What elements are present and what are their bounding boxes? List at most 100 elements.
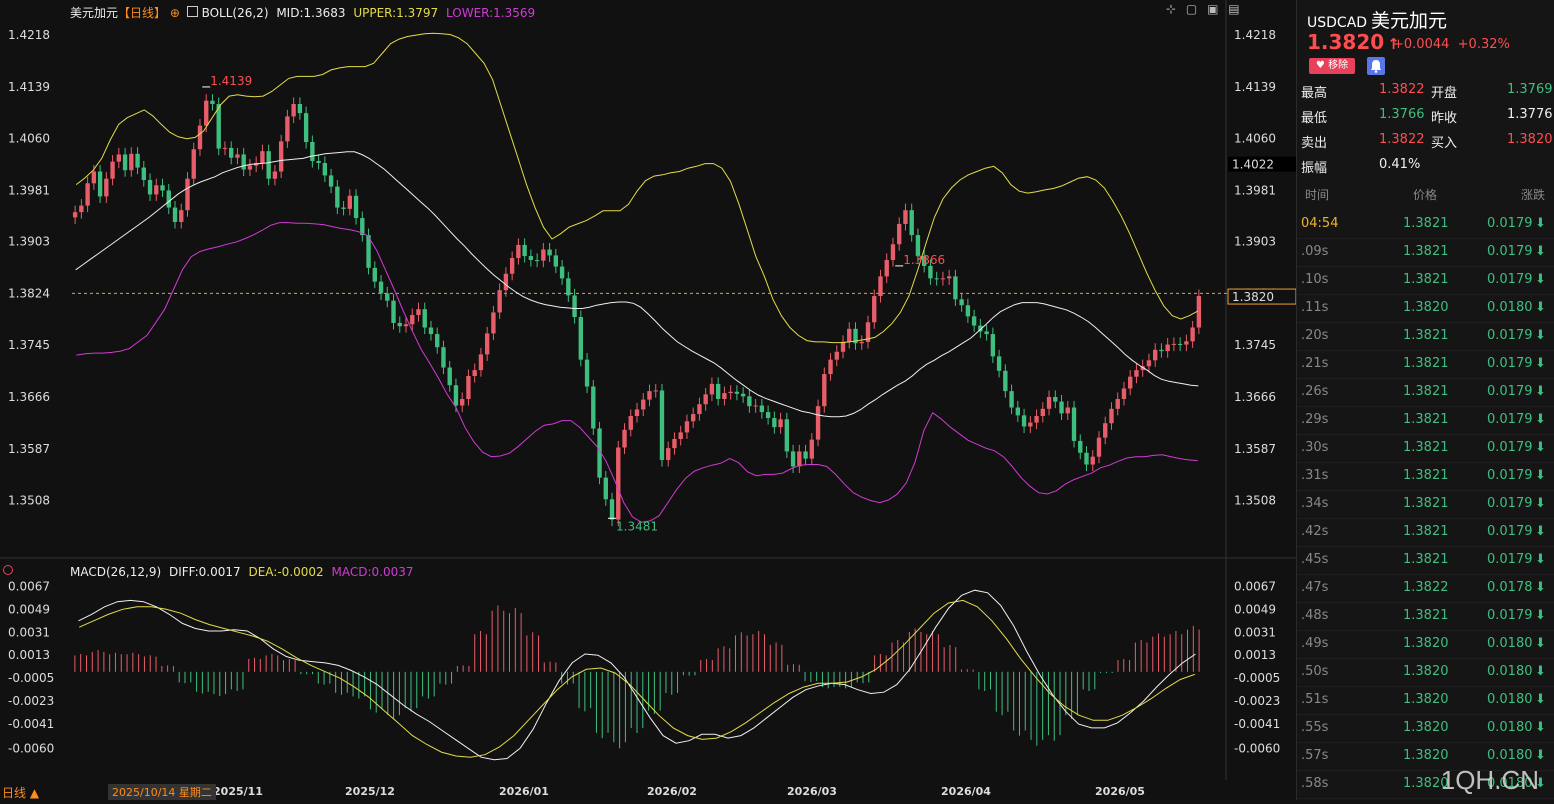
boll-label: BOLL(26,2) [201,6,269,20]
price-tick-label-left: 1.4060 [8,132,50,146]
tick-price: 1.3821 [1403,412,1449,427]
down-arrow-icon: ⬇ [1535,272,1546,287]
settings-grid-icon[interactable]: ▤ [1228,2,1239,16]
macd-tick-label-left: -0.0060 [8,741,54,755]
candle-body [809,439,814,459]
down-arrow-icon: ⬇ [1535,300,1546,315]
tick-time: .42s [1301,524,1329,539]
candle-body [622,429,627,448]
candle-body [778,419,783,428]
watermark: 1QH.CN [1440,765,1539,795]
candle-body [753,405,758,407]
quote-label: 开盘 [1431,86,1458,101]
chart-svg: 1.4218 1.4218 1.4139 1.4139 1.4060 1.4060 1.39… [0,0,1297,798]
tick-price: 1.3821 [1403,384,1449,399]
candle-body [897,223,902,245]
candle-body [385,293,390,301]
tick-price: 1.3821 [1403,440,1449,455]
candle-body [1021,415,1027,427]
candle-body [834,351,839,360]
chart-area[interactable]: 1.4218 1.4218 1.4139 1.4139 1.4060 1.4060 1.39… [0,0,1297,801]
candle-body [547,249,552,256]
candle-body [291,103,296,117]
candle-body [172,207,178,222]
candle-body [247,165,253,170]
candle-body [934,278,939,280]
heart-icon: ♥ [1315,60,1325,71]
tick-change: 0.0179 [1487,524,1533,539]
candle-body [747,396,752,407]
settings-icon[interactable]: ⊕ [170,6,180,20]
tick-time: .20s [1301,328,1329,343]
candle-body [166,190,171,208]
candle-body [204,100,209,126]
last-price-box-label: 1.3820 [1232,290,1274,304]
candle-body [1146,360,1152,367]
x-tick-label: 2026/01 [499,785,549,798]
candle-body [491,312,496,334]
x-tick-label: 2026/05 [1095,785,1145,798]
candle-body [72,212,78,218]
candle-body [378,281,384,294]
candle-body [722,393,727,399]
remove-watchlist-button[interactable]: ♥ 移除 [1309,58,1355,74]
price-tick-label-right: 1.3508 [1234,494,1276,508]
down-arrow-icon: ⬇ [1535,356,1546,371]
maximize-icon[interactable]: ▢ [1186,2,1197,16]
candle-body [1040,408,1045,417]
price-tick-label-right: 1.3903 [1234,235,1276,249]
quote-value: 1.3820 [1507,132,1553,147]
tick-time: .51s [1301,692,1329,707]
candle-body [1090,456,1095,465]
candle-body [803,451,808,459]
x-tick-label: 2026/03 [787,785,837,798]
candle-body [559,266,565,279]
period-label[interactable]: 【日线】 [118,6,166,20]
tick-time: .09s [1301,244,1329,259]
candle-body [266,151,271,179]
tick-row: .42s 1.3821 0.0179 ⬇ [1297,518,1554,547]
candle-body [335,186,340,208]
alert-button[interactable] [1367,57,1385,75]
tick-time: .21s [1301,356,1329,371]
restore-icon[interactable]: ▣ [1207,2,1218,16]
tick-time: 04:54 [1301,216,1339,231]
candle-body [872,296,877,323]
tick-time: .29s [1301,412,1329,427]
candle-body [1128,376,1133,389]
tick-table-header: 时间 价格 涨跌 [1297,186,1554,208]
down-arrow-icon: ⬇ [1535,748,1546,763]
candle-body [516,244,521,259]
tick-change: 0.0179 [1487,440,1533,455]
crosshair-icon[interactable]: ⊹ [1166,2,1176,16]
candle-body [97,171,103,197]
macd-tick-label-right: -0.0023 [1234,694,1280,708]
chart-header: 美元加元【日线】 ⊕ BOLL(26,2) MID:1.3683 UPPER:1… [70,4,535,21]
candle-body [703,394,708,405]
quote-row: 最低 1.3766 昨收 1.3776 [1301,107,1553,129]
price-tick-label-right: 1.4060 [1234,132,1276,146]
candle-body [684,421,690,433]
candle-body [1003,370,1008,392]
price-tick-label-right: 1.3587 [1234,442,1276,456]
instrument-name: 美元加元 [70,6,119,20]
candle-body [478,354,484,371]
macd-label: MACD(26,12,9) [70,565,162,579]
boll-mid: MID:1.3683 [276,6,346,20]
period-button[interactable]: 日线 ▲ [2,784,39,801]
quote-value: 1.3822 [1379,82,1425,97]
candle-body [603,477,608,500]
candle-body [129,153,134,171]
macd-tick-label-left: 0.0049 [8,602,50,616]
candle-body [828,359,833,375]
quote-row: 振幅 0.41% [1301,157,1551,179]
candle-body [616,447,621,520]
quote-value: 1.3822 [1379,132,1425,147]
candle-body [946,276,952,279]
candle-body [372,267,377,282]
price-tick-label-left: 1.3981 [8,184,50,198]
value-box-label: 1.4022 [1232,158,1274,172]
candle-body [341,207,346,209]
candle-body [210,100,215,104]
quote-label: 昨收 [1431,111,1458,126]
